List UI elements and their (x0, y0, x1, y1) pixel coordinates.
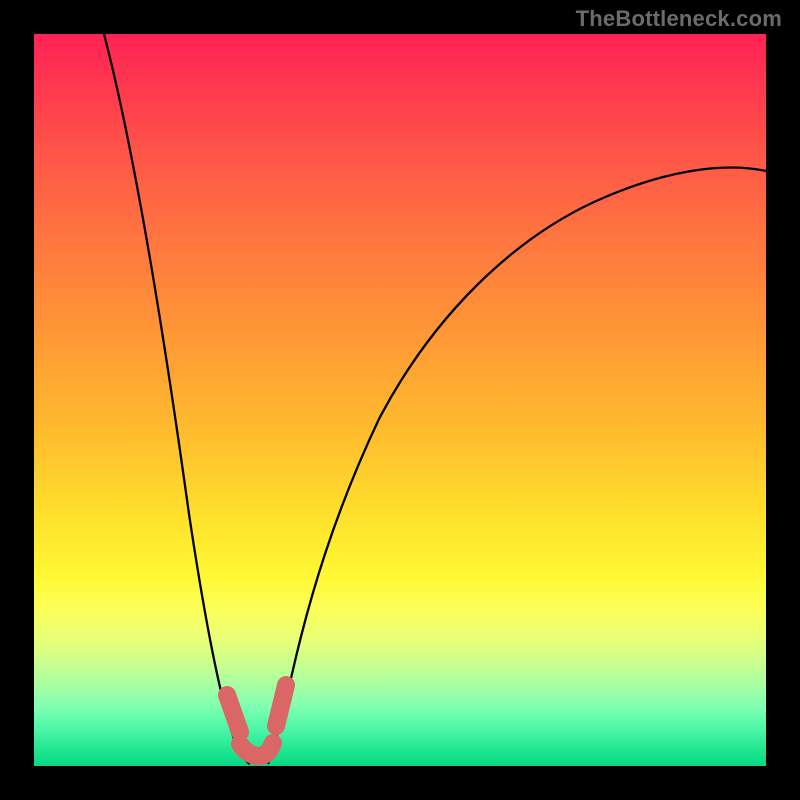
curve-left-branch (104, 34, 250, 764)
marker-left (227, 695, 240, 732)
watermark-text: TheBottleneck.com (576, 6, 782, 32)
marker-right (276, 685, 286, 726)
valley-markers (227, 685, 286, 756)
marker-bottom (240, 743, 273, 756)
curve-right-branch (268, 168, 766, 764)
chart-plot-area (34, 34, 766, 766)
chart-svg (34, 34, 766, 766)
